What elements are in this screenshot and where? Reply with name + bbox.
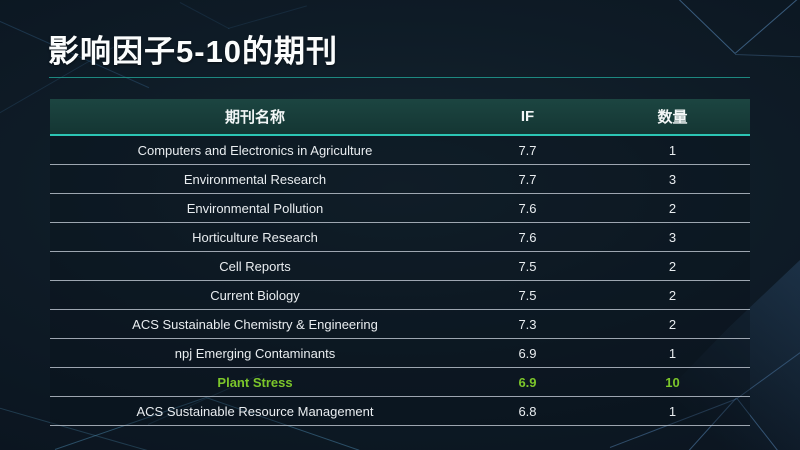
journal-if: 6.9 bbox=[460, 375, 595, 390]
table-header-row: 期刊名称 IF 数量 bbox=[50, 99, 750, 136]
table-row: Environmental Research 7.7 3 bbox=[50, 165, 750, 194]
journal-table: 期刊名称 IF 数量 Computers and Electronics in … bbox=[50, 99, 750, 426]
journal-count: 2 bbox=[595, 201, 750, 216]
journal-name: npj Emerging Contaminants bbox=[50, 346, 460, 361]
table-row: Horticulture Research 7.6 3 bbox=[50, 223, 750, 252]
journal-count: 1 bbox=[595, 404, 750, 419]
title-underline bbox=[49, 77, 750, 78]
journal-count: 1 bbox=[595, 346, 750, 361]
journal-if: 7.6 bbox=[460, 230, 595, 245]
decorative-line bbox=[676, 0, 736, 54]
journal-if: 7.7 bbox=[460, 172, 595, 187]
column-header-if: IF bbox=[460, 108, 595, 125]
journal-name: Plant Stress bbox=[50, 375, 460, 390]
journal-count: 1 bbox=[595, 143, 750, 158]
table-row: ACS Sustainable Resource Management 6.8 … bbox=[50, 397, 750, 426]
journal-if: 6.8 bbox=[460, 404, 595, 419]
page-title: 影响因子5-10的期刊 bbox=[48, 26, 338, 71]
journal-if: 7.5 bbox=[460, 288, 595, 303]
table-row: Cell Reports 7.5 2 bbox=[50, 252, 750, 281]
journal-name: ACS Sustainable Chemistry & Engineering bbox=[50, 317, 460, 332]
journal-name: Environmental Pollution bbox=[50, 201, 460, 216]
column-header-journal-name: 期刊名称 bbox=[50, 106, 460, 127]
journal-name: Environmental Research bbox=[50, 172, 460, 187]
table-row-highlighted: Plant Stress 6.9 10 bbox=[50, 368, 750, 397]
journal-count: 2 bbox=[595, 288, 750, 303]
journal-if: 7.6 bbox=[460, 201, 595, 216]
journal-if: 6.9 bbox=[460, 346, 595, 361]
decorative-line bbox=[735, 54, 800, 57]
column-header-count: 数量 bbox=[595, 106, 750, 127]
journal-name: ACS Sustainable Resource Management bbox=[50, 404, 460, 419]
journal-name: Computers and Electronics in Agriculture bbox=[50, 143, 460, 158]
slide-background: 影响因子5-10的期刊 期刊名称 IF 数量 Computers and Ele… bbox=[0, 0, 800, 450]
journal-name: Horticulture Research bbox=[50, 230, 460, 245]
journal-name: Current Biology bbox=[50, 288, 460, 303]
journal-if: 7.5 bbox=[460, 259, 595, 274]
journal-if: 7.3 bbox=[460, 317, 595, 332]
table-row: Computers and Electronics in Agriculture… bbox=[50, 136, 750, 165]
journal-count: 2 bbox=[595, 259, 750, 274]
journal-if: 7.7 bbox=[460, 143, 595, 158]
journal-name: Cell Reports bbox=[50, 259, 460, 274]
table-row: Current Biology 7.5 2 bbox=[50, 281, 750, 310]
table-row: ACS Sustainable Chemistry & Engineering … bbox=[50, 310, 750, 339]
decorative-line bbox=[735, 0, 800, 54]
table-row: Environmental Pollution 7.6 2 bbox=[50, 194, 750, 223]
journal-count: 2 bbox=[595, 317, 750, 332]
journal-count: 10 bbox=[595, 375, 750, 390]
journal-count: 3 bbox=[595, 172, 750, 187]
table-row: npj Emerging Contaminants 6.9 1 bbox=[50, 339, 750, 368]
journal-count: 3 bbox=[595, 230, 750, 245]
